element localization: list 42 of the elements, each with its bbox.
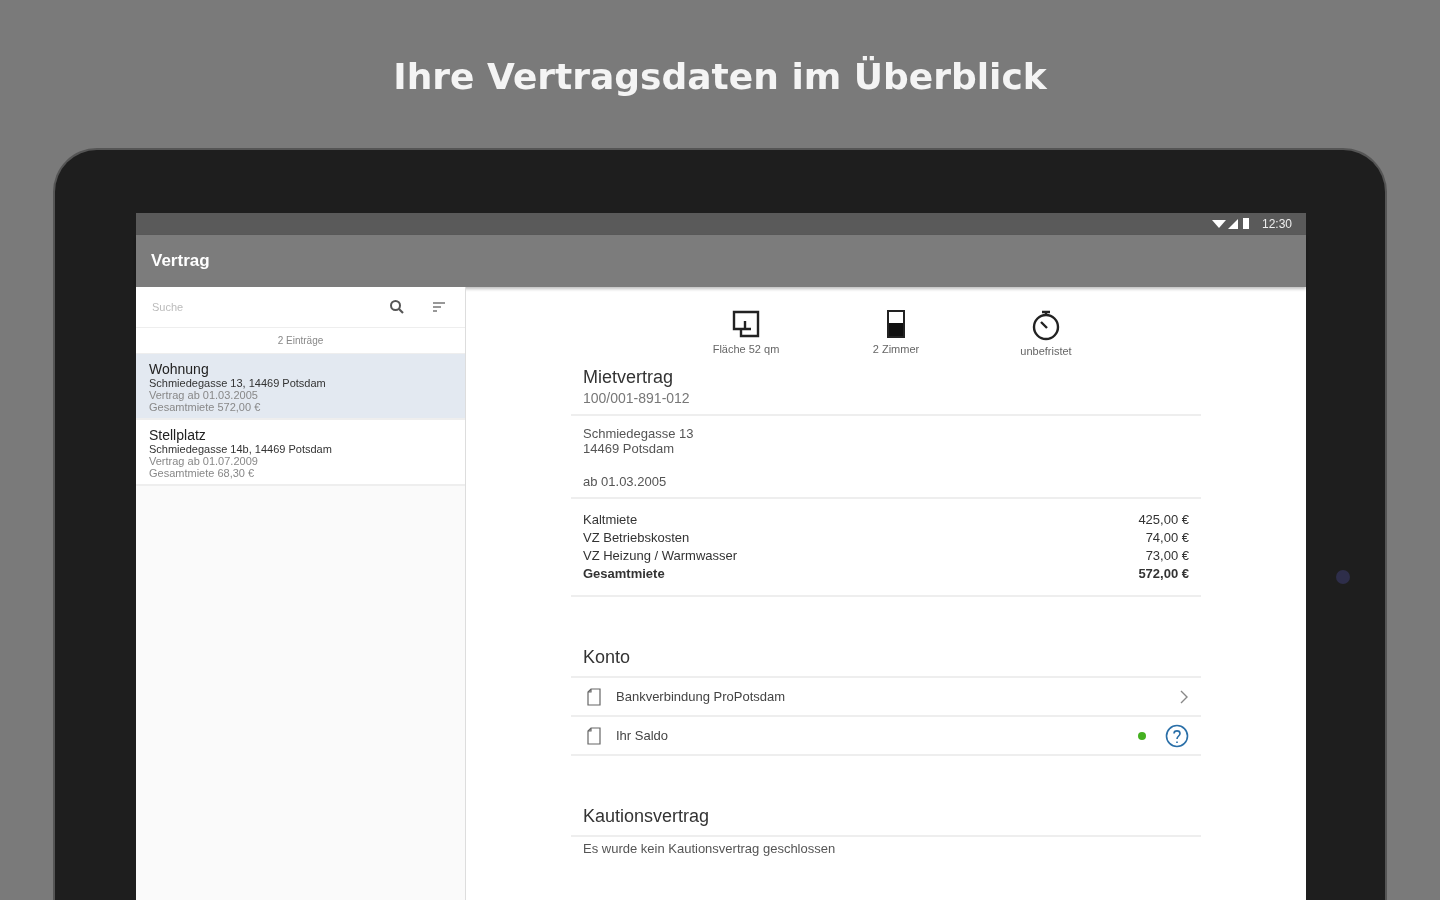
item-contract-date: Vertrag ab 01.03.2005 xyxy=(149,389,259,401)
deposit-note: Es wurde kein Kautionsvertrag geschlossen xyxy=(582,840,837,858)
address-line: Schmiedegasse 13 xyxy=(583,426,695,441)
item-total-rent: Gesamtmiete 572,00 € xyxy=(149,401,262,413)
contract-start-date: ab 01.03.2005 xyxy=(583,474,668,489)
contract-list-item[interactable]: Stellplatz Schmiedegasse 14b, 14469 Potsdam Vertrag ab 01.07.2009 Gesamtmiete 68,30 € xyxy=(136,420,465,486)
cost-row: Gesamtmiete 572,00 € xyxy=(583,565,1189,583)
floor-plan-icon xyxy=(731,309,761,339)
section-title: Konto xyxy=(571,597,1201,678)
contract-number: 100/001-891-012 xyxy=(583,390,691,406)
account-row-label: Bankverbindung ProPotsdam xyxy=(616,689,787,704)
headline: Ihre Vertragsdaten im Überblick xyxy=(392,55,1048,99)
stopwatch-icon xyxy=(1030,309,1062,341)
document-icon xyxy=(587,687,601,706)
sort-icon[interactable] xyxy=(431,299,447,315)
section-title: Kautionsvertrag xyxy=(571,756,1201,837)
status-time: 12:30 xyxy=(1261,217,1292,231)
item-title: Stellplatz xyxy=(149,427,207,443)
app-title: Vertrag xyxy=(151,251,210,271)
item-address: Schmiedegasse 14b, 14469 Potsdam xyxy=(149,443,333,455)
search-icon[interactable] xyxy=(389,299,405,315)
item-title: Wohnung xyxy=(149,361,210,377)
cost-row: VZ Betriebskosten 74,00 € xyxy=(583,529,1189,547)
entry-count: 2 Einträge xyxy=(136,328,465,354)
item-contract-date: Vertrag ab 01.07.2009 xyxy=(149,455,259,467)
cost-row: Kaltmiete 425,00 € xyxy=(583,511,1189,529)
item-total-rent: Gesamtmiete 68,30 € xyxy=(149,467,256,479)
help-icon[interactable] xyxy=(1165,723,1189,748)
feature-label: unbefristet xyxy=(1020,345,1072,357)
camera-icon xyxy=(1336,570,1350,584)
item-address: Schmiedegasse 13, 14469 Potsdam xyxy=(149,377,327,389)
contract-list-item[interactable]: Wohnung Schmiedegasse 13, 14469 Potsdam Vertrag ab 01.03.2005 Gesamtmiete 572,00 € xyxy=(136,354,465,420)
chevron-right-icon xyxy=(1179,689,1189,704)
feature-label: 2 Zimmer xyxy=(872,343,920,355)
address-line: 14469 Potsdam xyxy=(583,441,676,456)
account-row[interactable]: Bankverbindung ProPotsdam xyxy=(571,678,1201,717)
account-row-label: Ihr Saldo xyxy=(616,728,670,743)
document-icon xyxy=(587,726,601,745)
section-title: Mietvertrag xyxy=(583,367,675,388)
account-row[interactable]: Ihr Saldo xyxy=(571,717,1201,756)
cost-row: VZ Heizung / Warmwasser 73,00 € xyxy=(583,547,1189,565)
feature-label: Fläche 52 qm xyxy=(712,343,780,355)
